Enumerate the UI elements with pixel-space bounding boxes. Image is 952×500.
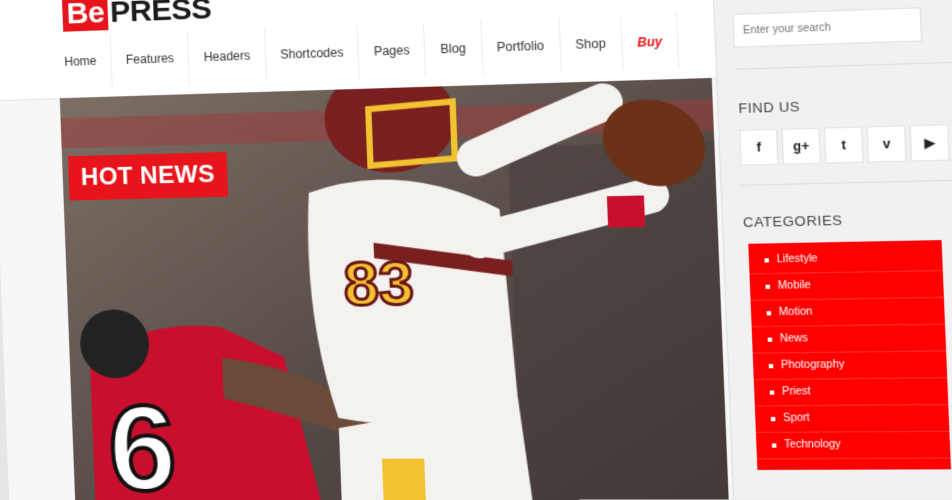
bullet-icon [767, 337, 773, 342]
google-plus-icon[interactable]: g+ [781, 127, 821, 165]
bullet-icon [764, 258, 770, 263]
category-priest[interactable]: Priest [753, 378, 949, 407]
facebook-icon[interactable]: f [739, 128, 779, 166]
nav-item-home[interactable]: Home [49, 34, 113, 89]
football-photo: 6 83 [59, 77, 729, 500]
category-label: Photography [780, 359, 845, 372]
category-sport[interactable]: Sport [754, 405, 950, 433]
divider [734, 59, 952, 70]
category-technology[interactable]: Technology [755, 431, 951, 460]
category-mobile[interactable]: Mobile [749, 271, 944, 301]
category-news[interactable]: News [751, 324, 947, 354]
nav-item-headers[interactable]: Headers [188, 28, 267, 85]
bullet-icon [771, 443, 777, 448]
category-lifestyle[interactable]: Lifestyle [748, 244, 943, 275]
category-label: Priest [781, 385, 811, 398]
bullet-icon [769, 390, 775, 395]
category-label: Technology [783, 438, 842, 451]
nav-item-portfolio[interactable]: Portfolio [480, 18, 562, 75]
bullet-icon [770, 416, 776, 422]
bullet-icon [765, 284, 771, 289]
category-label: Mobile [777, 279, 811, 292]
find-us-title: FIND US [738, 98, 801, 117]
logo-text: PRESS [109, 0, 212, 30]
nav-item-pages[interactable]: Pages [358, 22, 427, 79]
logo-mark: Be [61, 0, 109, 32]
sidebar: FIND US f g+ t v ▶ CATEGORIES Lifestyle … [711, 0, 952, 500]
browser-viewport: Be PRESS Home Features Headers Shortcode… [0, 0, 952, 500]
youtube-icon[interactable]: ▶ [909, 124, 950, 162]
page: Be PRESS Home Features Headers Shortcode… [0, 0, 952, 500]
category-label: Sport [782, 412, 811, 425]
twitter-icon[interactable]: t [823, 126, 864, 164]
categories-list: Lifestyle Mobile Motion News Photography… [748, 240, 951, 470]
category-photography[interactable]: Photography [752, 351, 948, 381]
hero-image[interactable]: 6 83 HOT NEWS [59, 77, 729, 500]
bullet-icon [768, 364, 774, 369]
nav-item-shortcodes[interactable]: Shortcodes [264, 25, 361, 82]
svg-text:6: 6 [106, 381, 179, 500]
hot-news-badge: HOT NEWS [67, 152, 228, 201]
category-motion[interactable]: Motion [750, 297, 946, 328]
nav-item-buy[interactable]: Buy [620, 13, 680, 71]
svg-text:83: 83 [342, 248, 415, 318]
categories-title: CATEGORIES [742, 212, 843, 231]
search-input[interactable] [732, 7, 923, 48]
vimeo-icon[interactable]: v [866, 125, 907, 163]
social-links: f g+ t v ▶ [739, 124, 950, 166]
divider [739, 177, 952, 186]
category-label: News [779, 332, 809, 345]
nav-item-features[interactable]: Features [110, 31, 191, 87]
category-label: Lifestyle [776, 253, 818, 266]
logo[interactable]: Be PRESS [61, 0, 212, 32]
category-label: Motion [778, 306, 813, 319]
nav-item-shop[interactable]: Shop [559, 15, 624, 73]
nav-item-blog[interactable]: Blog [424, 20, 483, 77]
bullet-icon [766, 311, 772, 316]
